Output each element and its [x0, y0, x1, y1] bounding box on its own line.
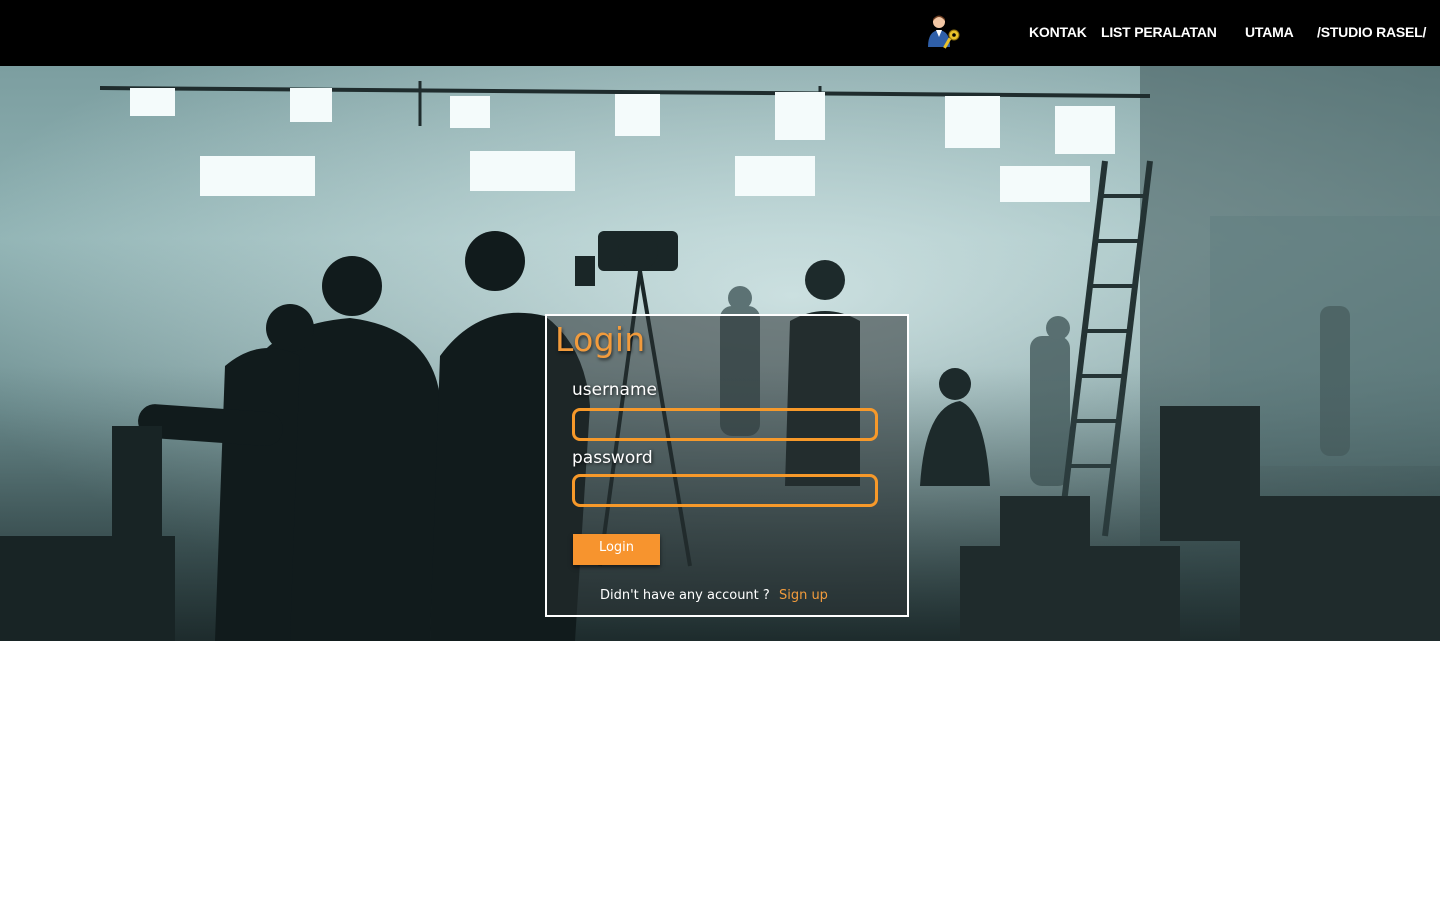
login-title: Login	[555, 320, 646, 359]
signup-row: Didn't have any account ? Sign up	[600, 588, 828, 603]
username-label: username	[572, 380, 657, 400]
nav-link-utama[interactable]: UTAMA	[1245, 24, 1294, 40]
login-button[interactable]: Login	[573, 534, 660, 565]
nav-link-kontak[interactable]: KONTAK	[1029, 24, 1087, 40]
nav-link-list-peralatan[interactable]: LIST PERALATAN	[1101, 24, 1217, 40]
password-label: password	[572, 448, 653, 468]
username-input[interactable]	[572, 408, 878, 441]
login-panel: Login username password Login Didn't hav…	[545, 314, 909, 617]
top-navbar: KONTAK LIST PERALATAN UTAMA /STUDIO RASE…	[0, 0, 1440, 66]
password-input[interactable]	[572, 474, 878, 507]
signup-link[interactable]: Sign up	[779, 588, 828, 603]
signup-prompt: Didn't have any account ?	[600, 588, 770, 603]
user-key-icon[interactable]	[924, 13, 964, 53]
nav-link-studio-rasel[interactable]: /STUDIO RASEL/	[1317, 24, 1426, 40]
